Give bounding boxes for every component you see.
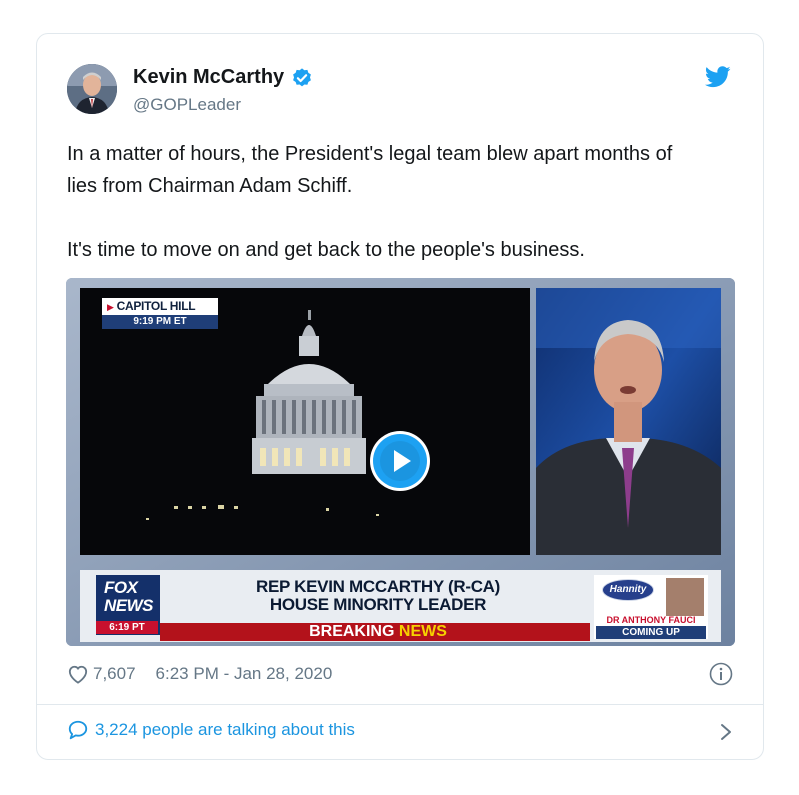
tweet-paragraph-2: It's time to move on and get back to the… [67,239,585,261]
author-block: Kevin McCarthy @GOPLeader [133,66,313,115]
heart-icon[interactable] [67,664,89,684]
author-handle[interactable]: @GOPLeader [133,95,313,115]
network-line-2: NEWS [104,596,154,615]
tweet-card: Kevin McCarthy @GOPLeader In a matter of… [36,33,764,760]
promo-guest: DR ANTHONY FAUCI [606,615,696,625]
like-count[interactable]: 7,607 [93,664,136,684]
info-icon[interactable] [709,662,733,686]
promo-box: Hannity DR ANTHONY FAUCI COMING UP [594,575,708,639]
network-line-1: FOX [104,578,138,597]
location-bug-title: ▶ CAPITOL HILL [102,298,218,315]
location-label: CAPITOL HILL [116,299,196,313]
play-button[interactable] [370,431,430,491]
tweet-paragraph-1: In a matter of hours, the President's le… [67,143,673,197]
breaking-label: BREAKING [309,623,395,640]
talking-label[interactable]: 3,224 people are talking about this [95,720,355,740]
twitter-bird-icon[interactable] [705,66,731,88]
talking-link[interactable]: 3,224 people are talking about this [67,719,355,741]
promo-status: COMING UP [596,626,706,639]
network-time: 6:19 PT [96,621,158,634]
breaking-news-band: BREAKING NEWS [166,623,590,640]
verified-icon [293,67,312,86]
chyron-line-2: HOUSE MINORITY LEADER [269,595,487,614]
avatar[interactable] [67,64,117,114]
video-player[interactable]: ▶ CAPITOL HILL 9:19 PM ET FOX NEWS 6:19 P… [66,278,735,646]
footer-divider [37,704,763,705]
play-indicator-icon: ▶ [107,302,114,312]
show-logo: Hannity [602,579,654,601]
chevron-right-icon[interactable] [719,722,733,742]
author-name-row[interactable]: Kevin McCarthy [133,66,313,89]
tweet-text: In a matter of hours, the President's le… [67,138,707,266]
speech-bubble-icon [68,720,88,740]
network-logo: FOX NEWS 6:19 PT [96,575,160,635]
play-icon [373,434,427,488]
chyron: REP KEVIN MCCARTHY (R-CA) HOUSE MINORITY… [166,578,590,614]
chyron-line-1: REP KEVIN MCCARTHY (R-CA) [255,577,501,596]
tweet-meta: 7,607 6:23 PM - Jan 28, 2020 [67,664,332,684]
author-name[interactable]: Kevin McCarthy [133,66,284,89]
location-bug: ▶ CAPITOL HILL 9:19 PM ET [102,298,218,332]
location-time: 9:19 PM ET [102,315,218,329]
news-label: NEWS [398,623,447,640]
tweet-timestamp[interactable]: 6:23 PM - Jan 28, 2020 [156,664,333,684]
